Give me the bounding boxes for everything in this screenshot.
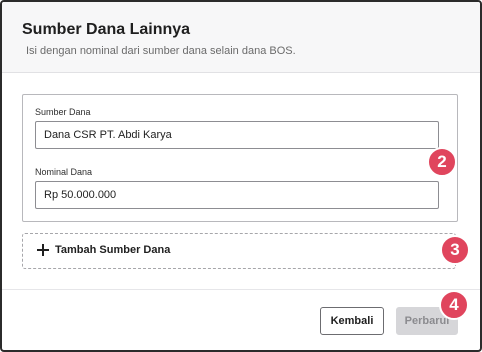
add-fund-source-button[interactable]: Tambah Sumber Dana — [22, 233, 456, 269]
add-fund-source-label: Tambah Sumber Dana — [55, 244, 171, 256]
dialog-header: Sumber Dana Lainnya Isi dengan nominal d… — [2, 2, 480, 73]
step-marker-4: 4 — [439, 290, 469, 320]
amount-input[interactable] — [35, 181, 439, 209]
amount-label: Nominal Dana — [35, 167, 93, 177]
dialog: Sumber Dana Lainnya Isi dengan nominal d… — [0, 0, 482, 352]
source-label: Sumber Dana — [35, 107, 91, 117]
plus-icon — [37, 244, 49, 256]
fund-source-card: Sumber Dana Nominal Dana — [22, 94, 458, 222]
back-button[interactable]: Kembali — [320, 307, 384, 335]
source-input[interactable] — [35, 121, 439, 149]
dialog-subtitle: Isi dengan nominal dari sumber dana sela… — [26, 45, 296, 57]
dialog-title: Sumber Dana Lainnya — [22, 21, 191, 38]
step-marker-2: 2 — [427, 147, 457, 177]
step-marker-3: 3 — [440, 235, 470, 265]
footer-divider — [2, 289, 480, 290]
